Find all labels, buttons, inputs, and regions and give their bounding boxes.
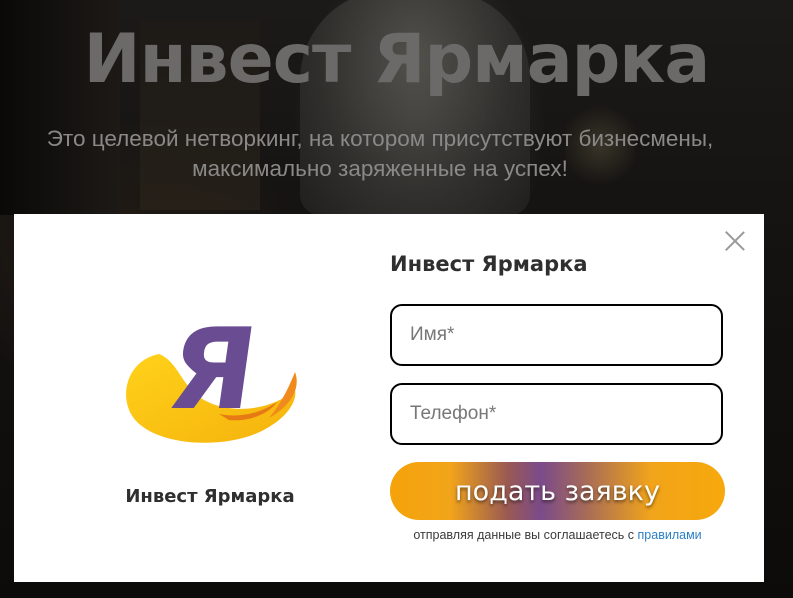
- application-modal: Я Инвест Ярмарка Инвест Ярмарка подать з…: [14, 214, 764, 582]
- close-icon[interactable]: [724, 230, 746, 252]
- form-title: Инвест Ярмарка: [390, 252, 588, 276]
- submit-button[interactable]: подать заявку: [390, 462, 725, 520]
- phone-input[interactable]: [390, 383, 723, 445]
- consent-text: отправляя данные вы соглашаетесь с: [413, 528, 635, 542]
- logo-caption: Инвест Ярмарка: [125, 486, 295, 507]
- hero-subtitle-line1: Это целевой нетворкинг, на котором прису…: [46, 126, 714, 151]
- rules-link[interactable]: правилами: [638, 528, 702, 542]
- logo-letter: Я: [160, 305, 265, 435]
- logo-icon: Я: [119, 302, 309, 457]
- hero-title: Инвест Ярмарка: [83, 20, 711, 99]
- name-input[interactable]: [390, 304, 723, 366]
- hero-subtitle-line2: максимально заряженные на успех!: [192, 156, 568, 181]
- hero-subtitle: Это целевой нетворкинг, на котором прису…: [0, 124, 760, 184]
- consent-note: отправляя данные вы соглашаетесь с прави…: [390, 528, 725, 542]
